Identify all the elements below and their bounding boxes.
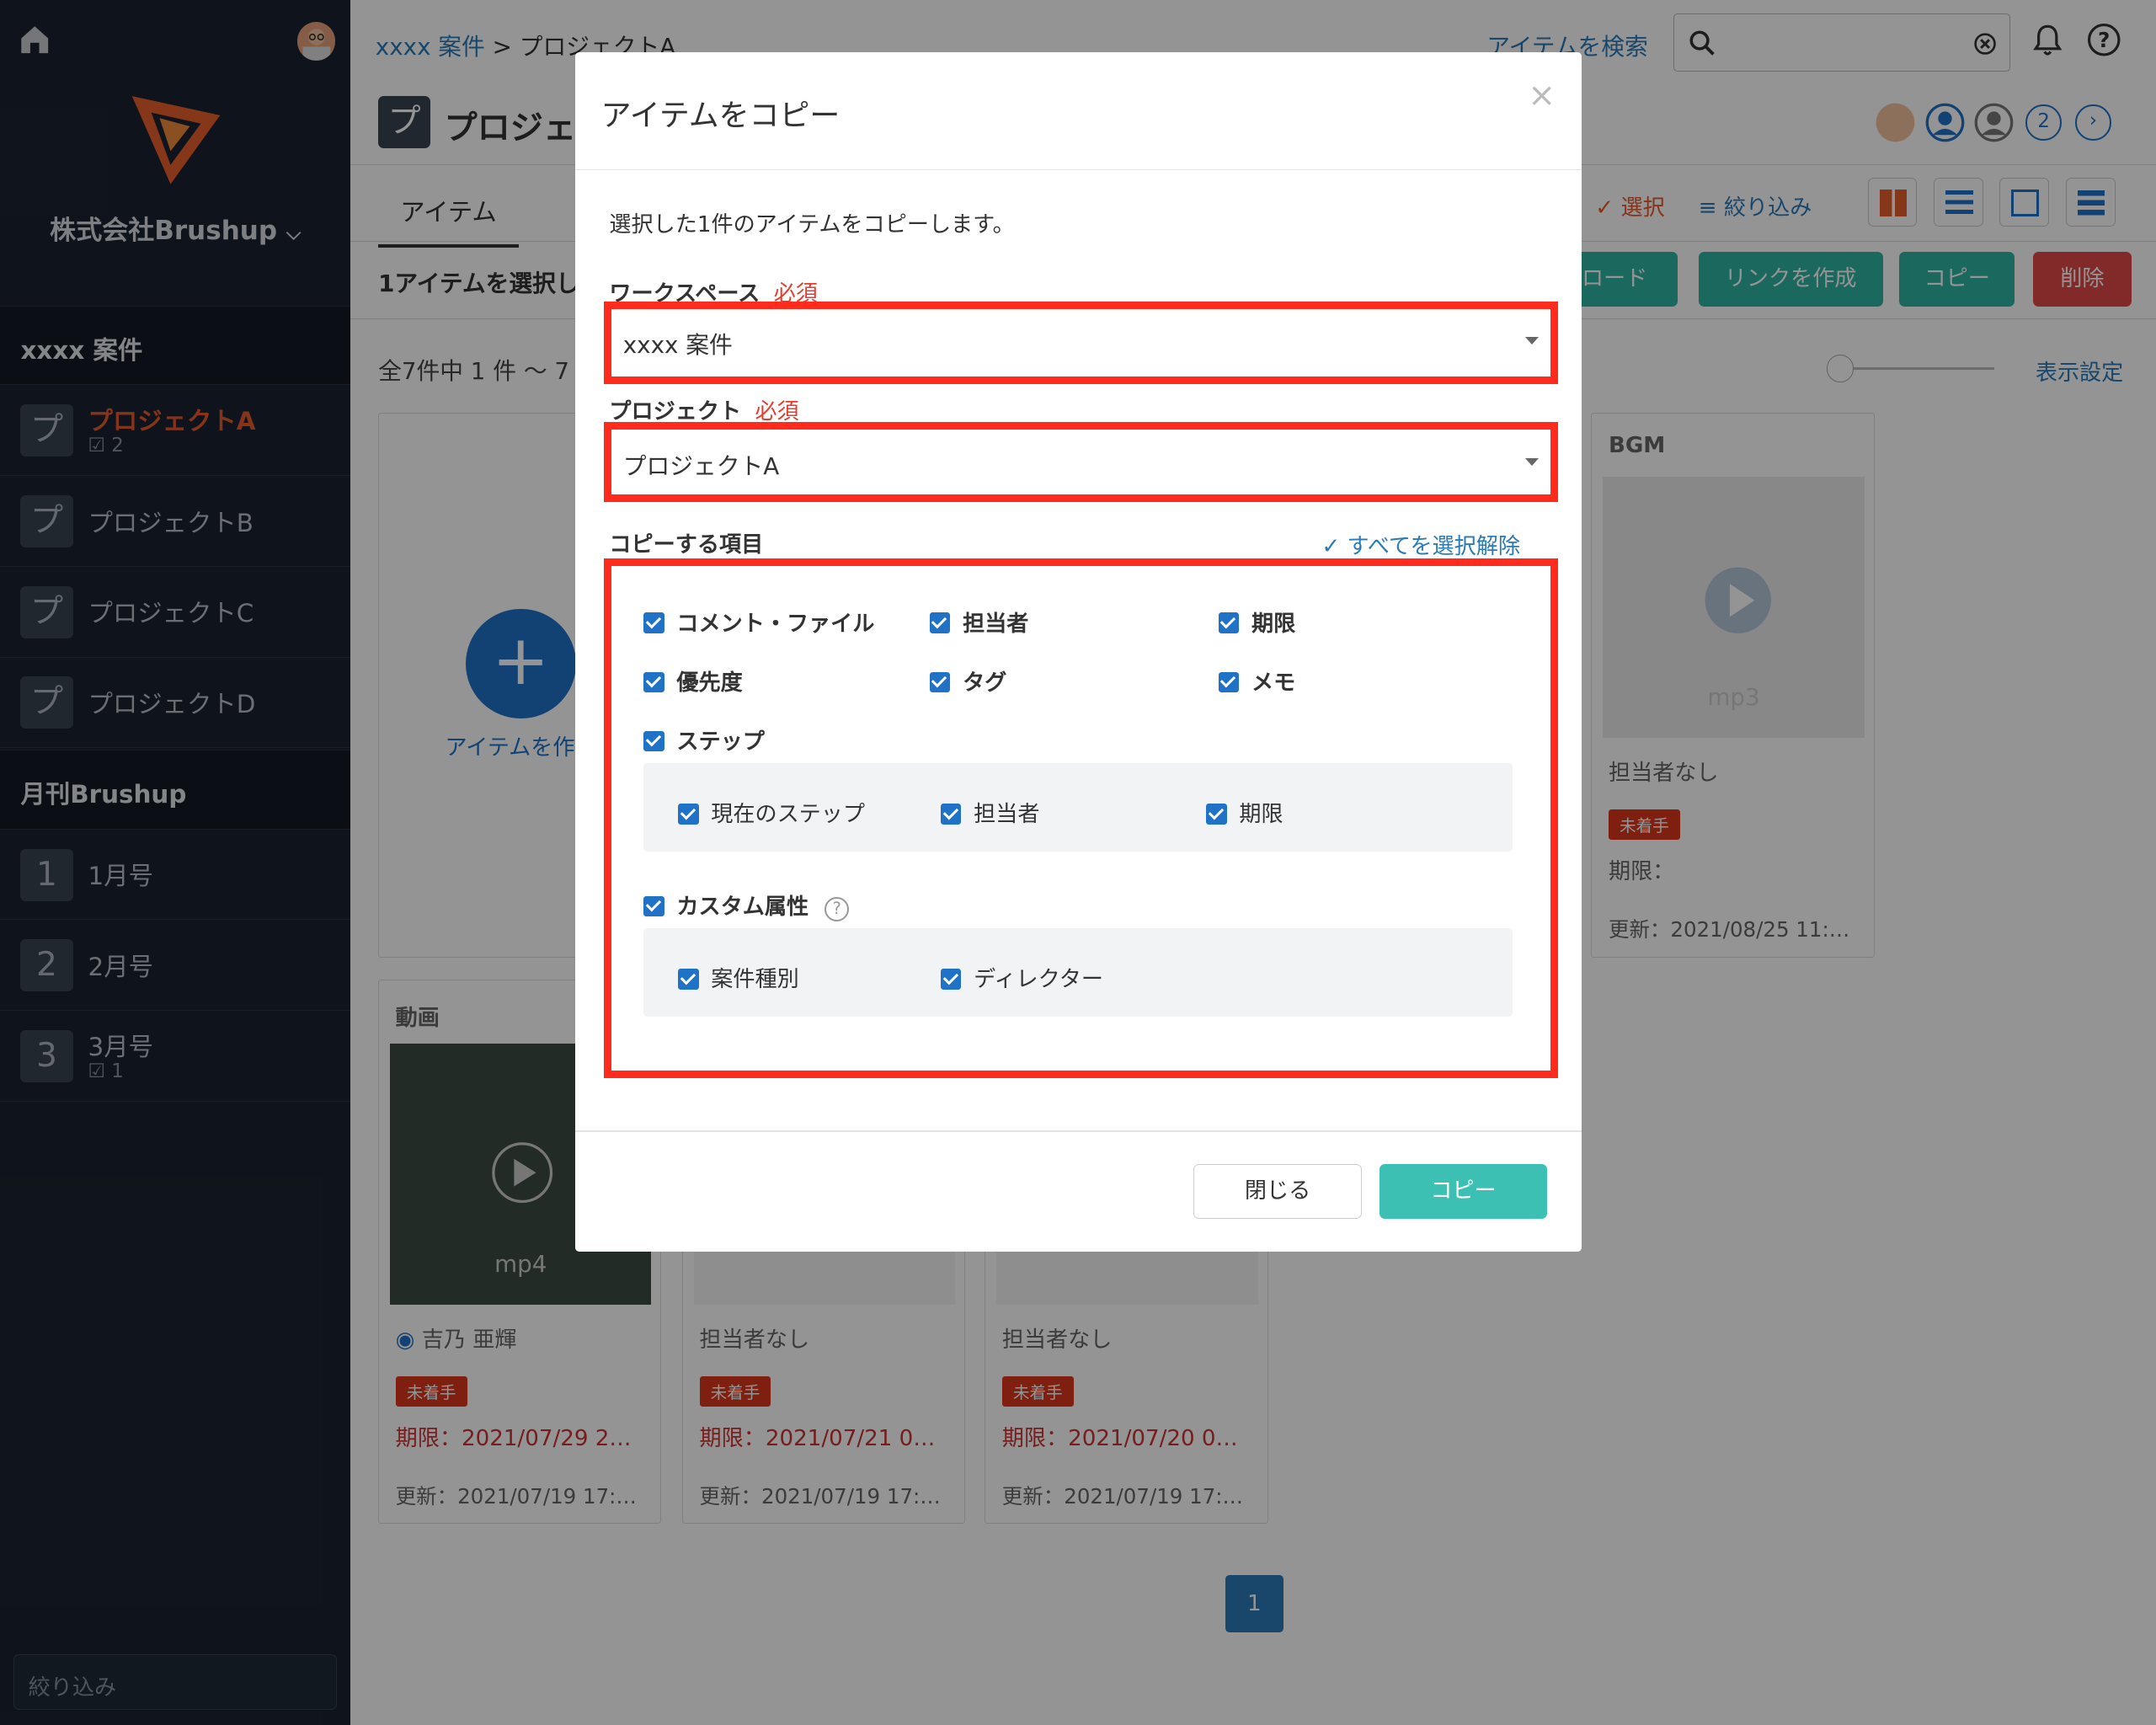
checkbox-checked[interactable] — [643, 730, 664, 752]
option-director[interactable]: ディレクター — [940, 961, 1103, 993]
checkbox-checked[interactable] — [929, 671, 951, 692]
option-comment-file[interactable]: コメント・ファイル — [643, 606, 874, 638]
workspace-select[interactable]: xxxx 案件 — [611, 309, 1550, 376]
dialog-title: アイテムをコピー — [600, 98, 841, 133]
checkbox-checked[interactable] — [940, 804, 962, 825]
option-current-step[interactable]: 現在のステップ — [678, 796, 865, 828]
option-step-deadline[interactable]: 期限 — [1206, 796, 1283, 828]
option-assignee[interactable]: 担当者 — [929, 606, 1028, 638]
checkbox-checked[interactable] — [1218, 612, 1240, 633]
dropdown-arrow-icon — [1525, 337, 1540, 344]
option-custom-attributes[interactable]: カスタム属性 ? — [643, 889, 850, 922]
checkbox-checked[interactable] — [929, 612, 951, 633]
project-select[interactable]: プロジェクトA — [611, 430, 1550, 494]
dialog-description: 選択した1件のアイテムをコピーします。 — [609, 211, 1015, 238]
dialog-header: アイテムをコピー × — [574, 52, 1582, 171]
checkbox-checked[interactable] — [643, 895, 664, 917]
required-mark: 必須 — [755, 399, 799, 425]
checkbox-checked[interactable] — [643, 671, 664, 692]
checkbox-checked[interactable] — [940, 969, 962, 990]
close-button[interactable]: 閉じる — [1193, 1163, 1362, 1219]
project-label: プロジェクト 必須 — [609, 399, 799, 425]
option-memo[interactable]: メモ — [1218, 665, 1295, 697]
help-icon[interactable]: ? — [824, 896, 850, 922]
checkbox-checked[interactable] — [1218, 671, 1240, 692]
footer-divider — [574, 1130, 1582, 1132]
checkbox-checked[interactable] — [678, 969, 699, 990]
option-tag[interactable]: タグ — [929, 665, 1006, 697]
close-icon[interactable]: × — [1528, 77, 1556, 115]
copy-button[interactable]: コピー — [1379, 1163, 1548, 1219]
unselect-all-link[interactable]: ✓ すべてを選択解除 — [1321, 528, 1520, 560]
check-icon: ✓ — [1321, 534, 1341, 560]
checkbox-checked[interactable] — [643, 612, 664, 633]
option-deadline[interactable]: 期限 — [1218, 606, 1295, 638]
dropdown-arrow-icon — [1525, 457, 1540, 466]
checkbox-checked[interactable] — [678, 804, 699, 825]
option-step-assignee[interactable]: 担当者 — [940, 796, 1039, 828]
option-step[interactable]: ステップ — [643, 724, 765, 756]
copy-items-label: コピーする項目 — [609, 532, 764, 558]
option-priority[interactable]: 優先度 — [643, 665, 743, 697]
checkbox-checked[interactable] — [1206, 804, 1227, 825]
copy-item-dialog: アイテムをコピー × 選択した1件のアイテムをコピーします。 ワークスペース 必須… — [574, 52, 1582, 1252]
option-case-type[interactable]: 案件種別 — [678, 961, 799, 993]
